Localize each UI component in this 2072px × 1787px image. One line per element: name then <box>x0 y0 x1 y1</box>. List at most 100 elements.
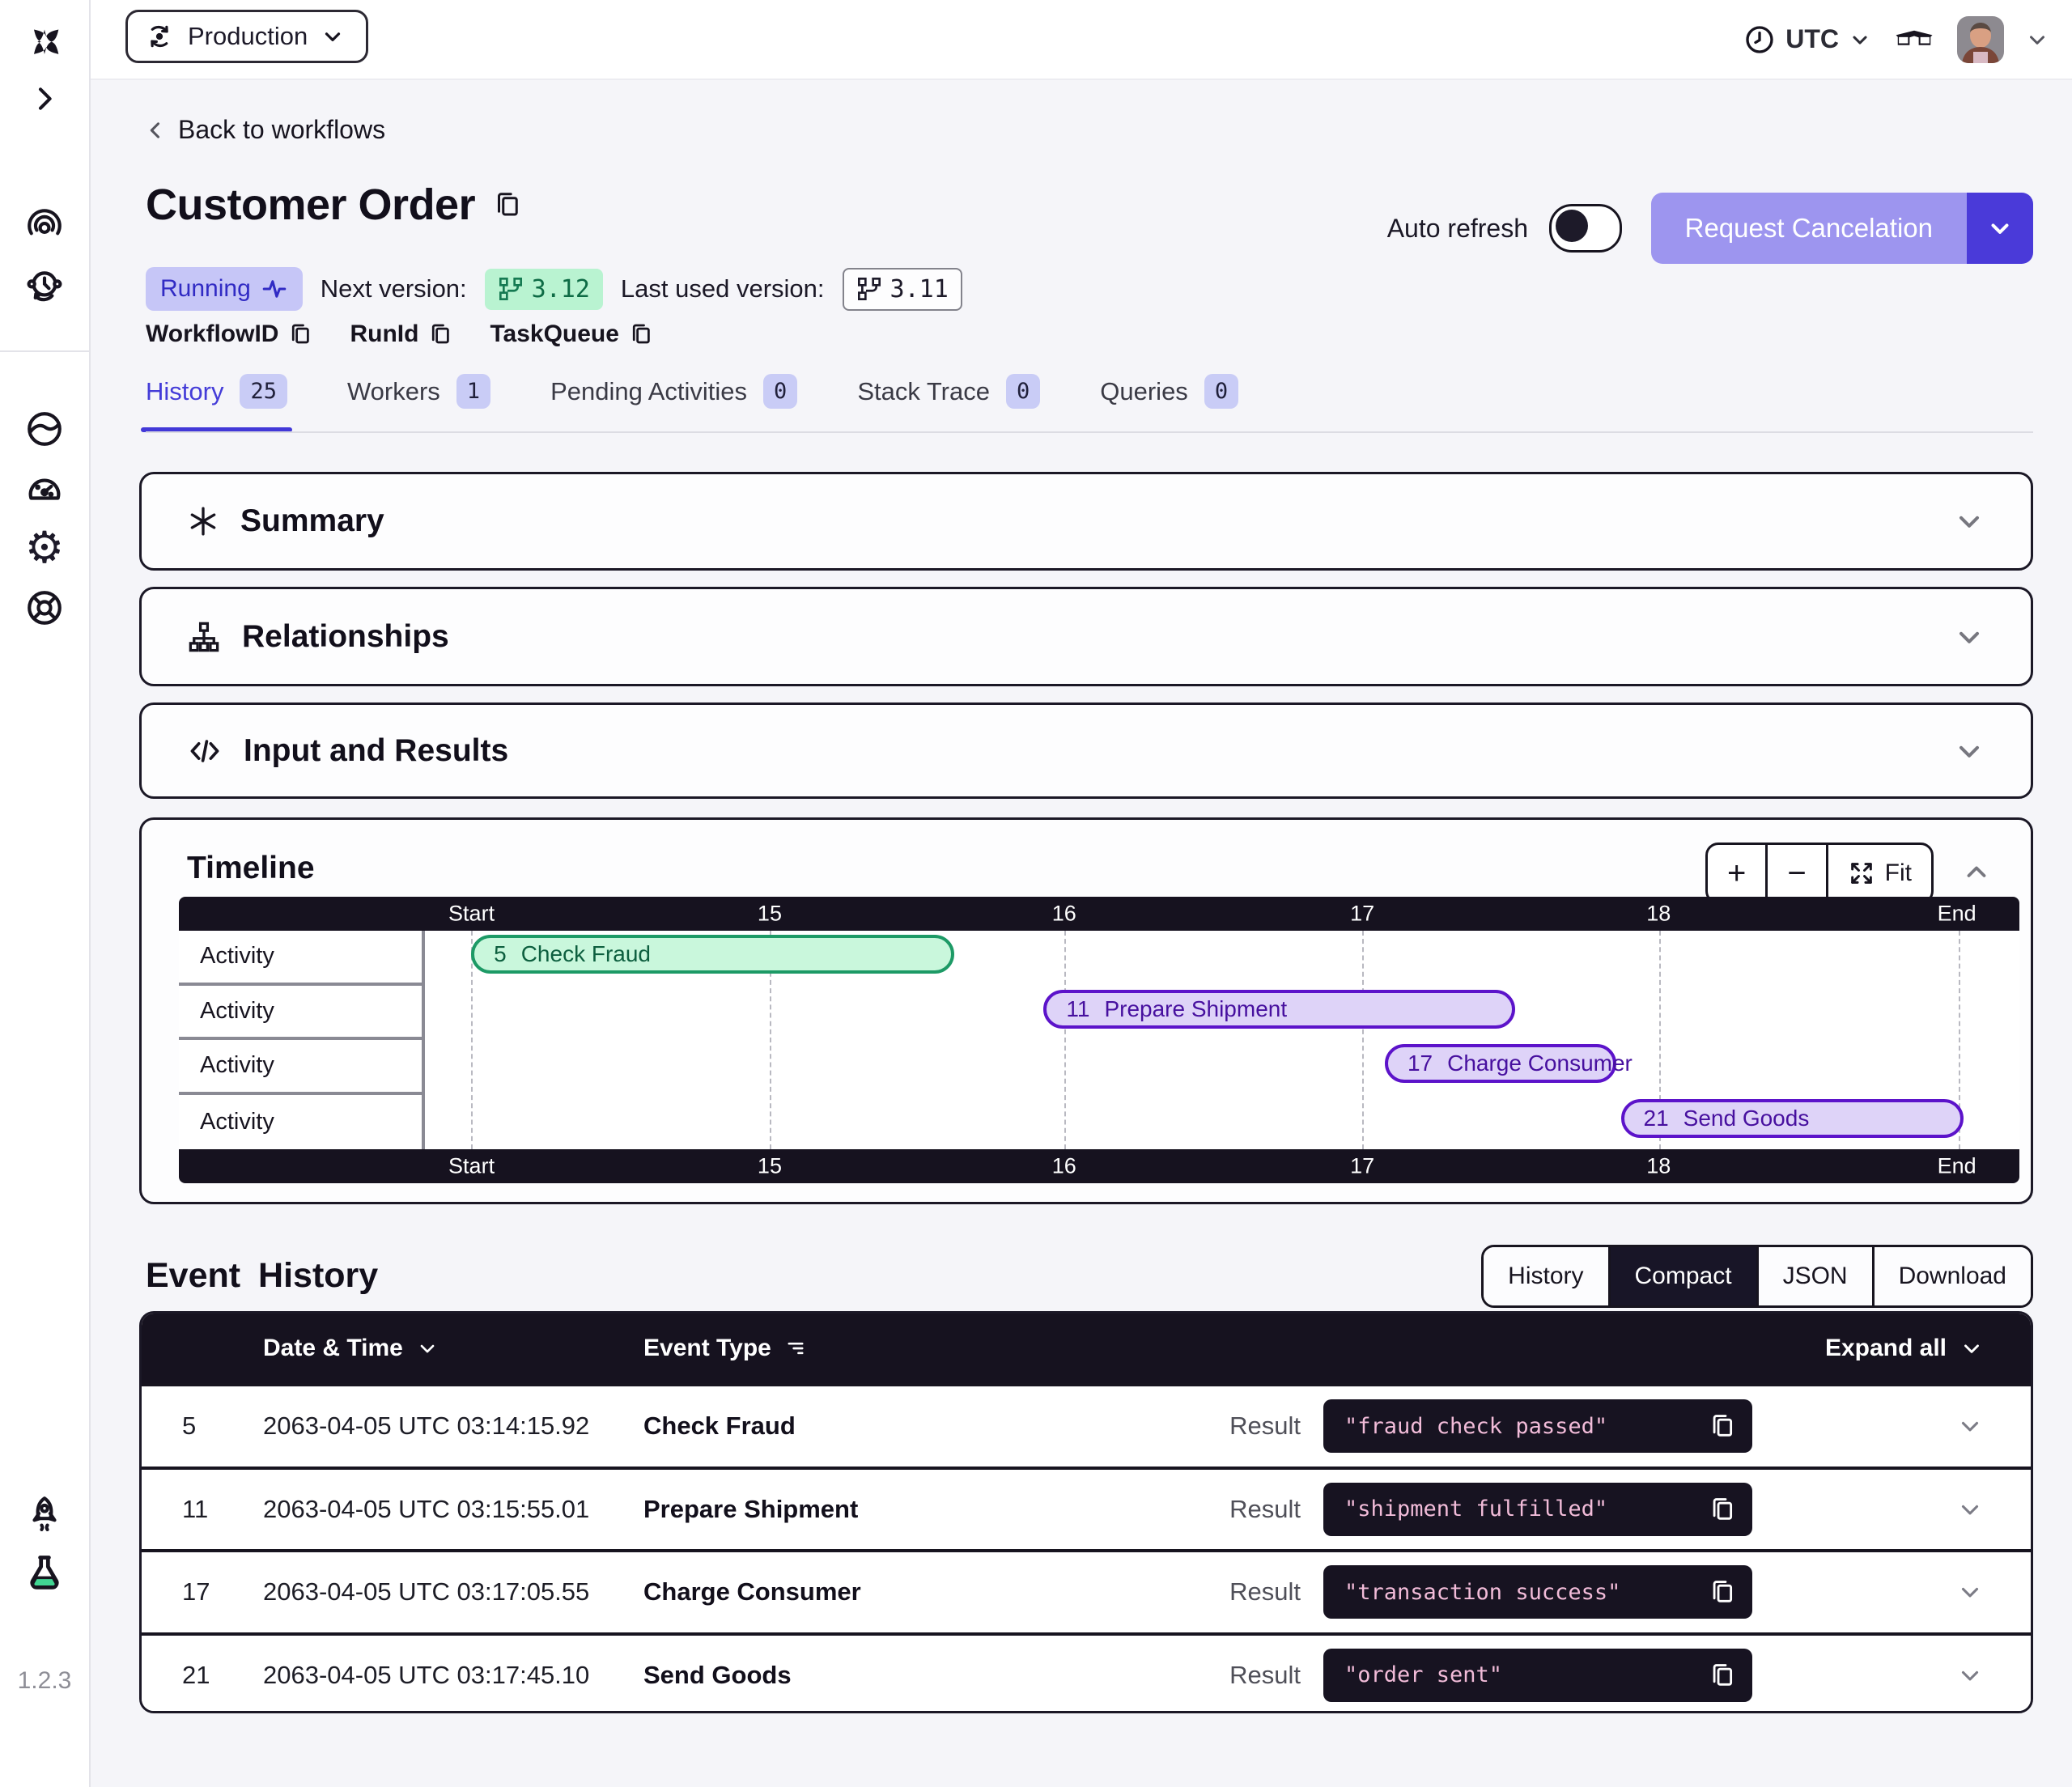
chevron-down-icon[interactable] <box>1953 735 1985 767</box>
input-results-section[interactable]: Input and Results <box>139 702 2033 799</box>
event-row[interactable]: 11 2063-04-05 UTC 03:15:55.01 Prepare Sh… <box>142 1467 2031 1550</box>
user-menu-chevron-icon[interactable] <box>2025 28 2049 52</box>
feedback-glasses-icon[interactable] <box>1892 18 1936 62</box>
view-history-button[interactable]: History <box>1484 1247 1610 1305</box>
sidebar-support-icon[interactable] <box>24 588 65 628</box>
environment-label: Production <box>188 22 308 51</box>
cancelation-menu-chevron[interactable] <box>1967 193 2033 264</box>
tab-history[interactable]: History 25 <box>146 374 287 430</box>
copy-icon[interactable] <box>1709 1662 1736 1689</box>
axis-tick: 15 <box>758 1154 782 1179</box>
tab-workers[interactable]: Workers 1 <box>347 374 490 430</box>
timeline-bar-prepare-shipment[interactable]: 11 Prepare Shipment <box>1043 990 1515 1029</box>
axis-tick: 16 <box>1052 902 1076 927</box>
timeline-bar-charge-consumer[interactable]: 17 Charge Consumer <box>1385 1044 1616 1083</box>
result-pill: "transaction success" <box>1323 1565 1752 1619</box>
column-label: Date & Time <box>263 1335 403 1362</box>
back-to-workflows-link[interactable]: Back to workflows <box>144 115 385 145</box>
zoom-out-button[interactable]: − <box>1768 845 1828 902</box>
temporal-logo-icon[interactable] <box>23 24 66 66</box>
chevron-down-icon[interactable] <box>1953 621 1985 653</box>
tab-stack-trace[interactable]: Stack Trace 0 <box>857 374 1040 430</box>
fit-button[interactable]: Fit <box>1828 845 1931 902</box>
sidebar-nexus-icon[interactable] <box>24 409 65 449</box>
next-version-badge: 3.12 <box>485 269 603 310</box>
axis-tick: 18 <box>1646 902 1671 927</box>
sidebar-expand-chevron-icon[interactable] <box>28 83 61 115</box>
workflow-title-row: Customer Order <box>146 180 522 230</box>
sidebar-usage-icon[interactable] <box>24 468 65 508</box>
bar-event-name: Charge Consumer <box>1447 1051 1633 1076</box>
copy-icon[interactable] <box>1709 1578 1736 1606</box>
row-expand-chevron[interactable] <box>1777 1662 2031 1689</box>
tab-queries[interactable]: Queries 0 <box>1100 374 1238 430</box>
code-icon <box>187 733 223 769</box>
sidebar-schedules-icon[interactable] <box>24 265 65 306</box>
relationships-section[interactable]: Relationships <box>139 587 2033 686</box>
sidebar-workflows-icon[interactable] <box>24 206 65 246</box>
timeline-bar-send-goods[interactable]: 21 Send Goods <box>1621 1099 1964 1138</box>
last-version-badge: 3.11 <box>843 268 962 311</box>
copy-icon[interactable] <box>428 322 452 346</box>
row-expand-chevron[interactable] <box>1777 1496 2031 1523</box>
tabs-divider <box>146 431 2033 433</box>
tab-pending-activities[interactable]: Pending Activities 0 <box>550 374 797 430</box>
back-label: Back to workflows <box>178 115 385 145</box>
user-avatar[interactable] <box>1957 16 2004 63</box>
chevron-up-icon[interactable] <box>1961 857 1992 888</box>
axis-tick: 18 <box>1646 1154 1671 1179</box>
filter-icon[interactable] <box>784 1337 807 1360</box>
copy-icon[interactable] <box>629 322 653 346</box>
event-history-table: Date & Time Event Type Expand all <box>139 1311 2033 1713</box>
tab-count-badge: 0 <box>1204 374 1238 409</box>
bar-event-id: 11 <box>1066 996 1089 1022</box>
next-version-value: 3.12 <box>532 275 590 303</box>
copy-icon[interactable] <box>493 190 522 219</box>
status-label: Running <box>160 275 251 303</box>
zoom-in-button[interactable]: + <box>1708 845 1768 902</box>
bar-event-id: 21 <box>1644 1106 1669 1131</box>
environment-selector[interactable]: Production <box>125 10 368 63</box>
event-type: Check Fraud <box>643 1411 1194 1441</box>
sidebar-divider <box>0 350 89 352</box>
last-version-value: 3.11 <box>890 275 949 303</box>
section-title: Summary <box>240 503 384 539</box>
copy-icon[interactable] <box>288 322 312 346</box>
sidebar-labs-flask-icon[interactable] <box>23 1552 66 1594</box>
view-json-button[interactable]: JSON <box>1759 1247 1875 1305</box>
timeline-bar-check-fraud[interactable]: 5 Check Fraud <box>471 935 954 974</box>
expand-all-button[interactable]: Expand all <box>1777 1335 2031 1362</box>
column-date-time[interactable]: Date & Time <box>263 1335 643 1362</box>
axis-tick: 16 <box>1052 1154 1076 1179</box>
sidebar-settings-icon[interactable]: ⚙ <box>25 526 64 570</box>
timeline-chart: Start 15 16 17 18 End Activity Activity … <box>179 897 2019 1183</box>
sidebar-rocket-icon[interactable] <box>24 1494 65 1534</box>
bar-event-name: Send Goods <box>1684 1106 1810 1131</box>
timezone-selector[interactable]: UTC <box>1743 23 1871 56</box>
event-row[interactable]: 5 2063-04-05 UTC 03:14:15.92 Check Fraud… <box>142 1383 2031 1467</box>
column-event-type[interactable]: Event Type <box>643 1335 1194 1362</box>
chevron-down-icon[interactable] <box>1953 505 1985 537</box>
topbar: Production UTC <box>89 0 2072 80</box>
timeline-title: Timeline <box>187 851 315 886</box>
chevron-down-icon <box>416 1337 439 1360</box>
download-button[interactable]: Download <box>1875 1247 2031 1305</box>
run-id-label: RunId <box>350 320 418 348</box>
event-row[interactable]: 17 2063-04-05 UTC 03:17:05.55 Charge Con… <box>142 1549 2031 1632</box>
copy-icon[interactable] <box>1709 1412 1736 1440</box>
timeline-row-label: Activity <box>179 1095 422 1150</box>
summary-section[interactable]: Summary <box>139 472 2033 571</box>
auto-refresh-toggle[interactable] <box>1549 204 1622 253</box>
event-row[interactable]: 21 2063-04-05 UTC 03:17:45.10 Send Goods… <box>142 1632 2031 1714</box>
request-cancelation-button[interactable]: Request Cancelation <box>1651 193 1967 264</box>
row-expand-chevron[interactable] <box>1777 1412 2031 1440</box>
row-expand-chevron[interactable] <box>1777 1578 2031 1606</box>
view-compact-button[interactable]: Compact <box>1611 1247 1759 1305</box>
copy-icon[interactable] <box>1709 1496 1736 1523</box>
bar-event-id: 17 <box>1408 1051 1433 1076</box>
bar-event-name: Check Fraud <box>521 941 651 967</box>
timeline-axis-top: Start 15 16 17 18 End <box>179 897 2019 931</box>
event-type: Send Goods <box>643 1661 1194 1690</box>
timeline-row-label: Activity <box>179 931 422 986</box>
bar-event-name: Prepare Shipment <box>1104 996 1287 1022</box>
